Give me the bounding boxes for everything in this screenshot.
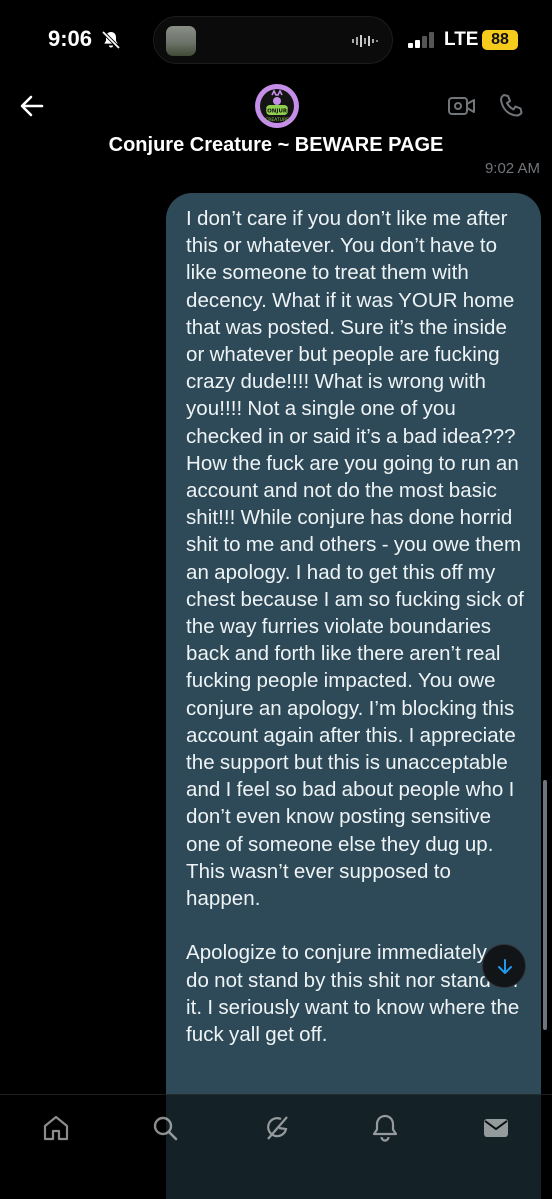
- audio-waveform-icon: [352, 35, 378, 47]
- messages-icon: [484, 1119, 508, 1137]
- conversation-header: CONJURE CREATURE Conjure Creature ~ BEWA…: [0, 80, 552, 172]
- status-time: 9:06: [48, 26, 93, 51]
- svg-text:CONJURE: CONJURE: [263, 109, 291, 115]
- bottom-navigation: [0, 1094, 552, 1199]
- silent-bell-icon: [101, 30, 121, 50]
- phone-icon[interactable]: [497, 92, 525, 120]
- message-text: I don’t care if you don’t like me after …: [186, 207, 524, 1047]
- nav-notifications[interactable]: [370, 1113, 400, 1143]
- avatar[interactable]: CONJURE CREATURE: [255, 84, 299, 128]
- jump-to-bottom-button[interactable]: [482, 944, 526, 988]
- dynamic-island[interactable]: [153, 16, 393, 64]
- nav-search[interactable]: [150, 1113, 180, 1143]
- arrow-down-icon: [498, 959, 512, 974]
- back-arrow-icon[interactable]: [18, 92, 46, 120]
- status-bar: 9:06 LTE 88: [0, 0, 552, 80]
- sent-message-bubble[interactable]: I don’t care if you don’t like me after …: [166, 193, 541, 1199]
- conversation-title[interactable]: Conjure Creature ~ BEWARE PAGE: [0, 134, 552, 157]
- cellular-signal-icon: [408, 32, 434, 48]
- battery-level: 88: [482, 30, 518, 50]
- svg-text:CREATURE: CREATURE: [265, 117, 289, 123]
- avatar-logo-icon: CONJURE CREATURE: [263, 89, 291, 123]
- video-call-icon[interactable]: [447, 94, 477, 118]
- nav-grok[interactable]: [262, 1113, 292, 1143]
- message-timestamp: 9:02 AM: [484, 160, 540, 177]
- network-type: LTE: [444, 29, 479, 50]
- search-icon: [153, 1116, 178, 1141]
- home-icon: [43, 1115, 69, 1141]
- scrollbar[interactable]: [543, 780, 547, 1030]
- nav-messages[interactable]: [481, 1113, 511, 1143]
- nav-home[interactable]: [41, 1113, 71, 1143]
- now-playing-thumbnail: [166, 26, 196, 56]
- notifications-icon: [372, 1114, 398, 1142]
- grok-icon: [267, 1116, 288, 1140]
